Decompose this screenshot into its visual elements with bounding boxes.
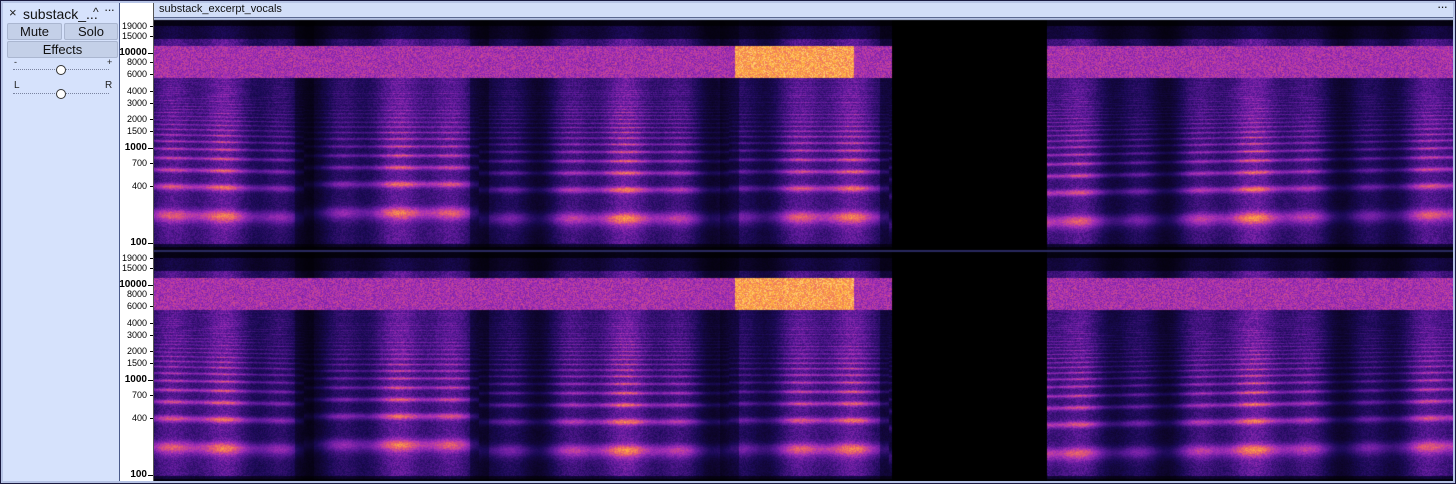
frequency-tick-mark	[150, 334, 153, 336]
spectrogram-view[interactable]	[154, 18, 1453, 481]
frequency-tick-label: 3000	[126, 97, 147, 108]
pan-slider[interactable]	[13, 89, 109, 99]
frequency-tick-mark	[150, 305, 153, 307]
frequency-tick-label: 4000	[126, 317, 147, 328]
clip-title: substack_excerpt_vocals	[159, 3, 282, 15]
pan-slider-thumb[interactable]	[56, 89, 66, 99]
frequency-tick-mark	[150, 185, 153, 187]
clip-menu-button[interactable]: ···	[1437, 0, 1448, 14]
gain-slider-thumb[interactable]	[56, 65, 66, 75]
frequency-tick-mark	[150, 417, 153, 419]
frequency-tick-label: 700	[131, 157, 147, 168]
collapse-track-button[interactable]: ^	[93, 5, 99, 19]
frequency-tick-label: 8000	[126, 56, 147, 67]
frequency-tick-label: 1000	[124, 373, 147, 385]
track-header: × substack_... ^ ···	[3, 2, 119, 23]
effects-button[interactable]: Effects	[7, 41, 118, 58]
frequency-tick-mark	[150, 26, 153, 28]
frequency-tick-mark	[150, 322, 153, 324]
frequency-tick-label: 1500	[126, 126, 147, 137]
frequency-tick-label: 2000	[126, 114, 147, 125]
track-control-panel: × substack_... ^ ··· Mute Solo Effects -…	[3, 2, 120, 481]
track-menu-button[interactable]: ···	[104, 2, 115, 17]
frequency-tick-label: 100	[130, 469, 147, 481]
track-name[interactable]: substack_...	[23, 6, 98, 22]
frequency-tick-label: 4000	[126, 85, 147, 96]
frequency-tick-label: 100	[130, 237, 147, 249]
frequency-tick-mark	[150, 258, 153, 260]
frequency-tick-mark	[148, 284, 153, 286]
frequency-tick-mark	[150, 293, 153, 295]
frequency-tick-mark	[150, 351, 153, 353]
pan-left-label: L	[14, 80, 20, 91]
frequency-tick-label: 6000	[126, 300, 147, 311]
audio-clip[interactable]: substack_excerpt_vocals ···	[154, 0, 1453, 481]
frequency-tick-mark	[148, 243, 153, 245]
pan-right-label: R	[105, 80, 113, 91]
frequency-tick-mark	[150, 35, 153, 37]
frequency-tick-label: 1000	[124, 141, 147, 153]
frequency-tick-label: 1500	[126, 358, 147, 369]
audio-track-frame: × substack_... ^ ··· Mute Solo Effects -…	[0, 0, 1456, 484]
frequency-tick-label: 400	[131, 180, 147, 191]
frequency-tick-mark	[150, 394, 153, 396]
frequency-tick-label: 3000	[126, 329, 147, 340]
frequency-tick-mark	[150, 61, 153, 63]
mute-button[interactable]: Mute	[7, 23, 62, 40]
frequency-tick-label: 400	[131, 412, 147, 423]
frequency-tick-mark	[150, 267, 153, 269]
frequency-tick-label: 15000	[121, 262, 147, 273]
frequency-tick-mark	[150, 119, 153, 121]
frequency-tick-mark	[150, 102, 153, 104]
frequency-tick-mark	[150, 131, 153, 133]
frequency-tick-mark	[150, 73, 153, 75]
gain-slider[interactable]	[13, 65, 109, 75]
frequency-tick-mark	[150, 90, 153, 92]
frequency-ruler: 19000 15000 10000 8000 6000 4000 3000 2000 1500 1…	[119, 3, 154, 481]
frequency-tick-mark	[148, 379, 153, 381]
solo-button[interactable]: Solo	[64, 23, 118, 40]
frequency-tick-label: 2000	[126, 346, 147, 357]
gain-min-label: -	[14, 57, 17, 67]
frequency-tick-mark	[150, 363, 153, 365]
frequency-tick-mark	[148, 475, 153, 477]
frequency-tick-label: 15000	[121, 30, 147, 41]
frequency-tick-label: 8000	[126, 288, 147, 299]
gain-max-label: +	[107, 57, 113, 67]
frequency-tick-label: 6000	[126, 68, 147, 79]
frequency-tick-mark	[148, 52, 153, 54]
frequency-tick-mark	[148, 147, 153, 149]
frequency-tick-label: 700	[131, 389, 147, 400]
frequency-tick-mark	[150, 162, 153, 164]
frequency-tick-label: 19000	[121, 253, 147, 264]
close-track-button[interactable]: ×	[9, 5, 17, 20]
clip-title-bar[interactable]: substack_excerpt_vocals ···	[154, 0, 1453, 18]
frequency-tick-label: 19000	[121, 21, 147, 32]
